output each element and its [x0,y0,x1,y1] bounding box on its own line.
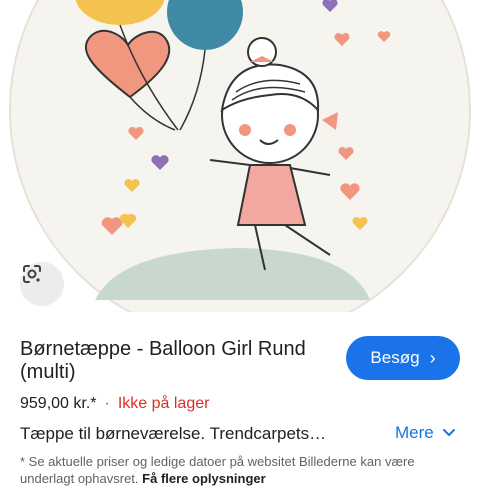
google-lens-button[interactable] [20,262,64,306]
product-price: 959,00 kr.* [20,395,97,412]
availability-status: Ikke på lager [117,395,210,412]
more-info-link[interactable]: Få flere oplysninger [142,471,266,486]
visit-button[interactable]: Besøg › [346,336,460,380]
visit-button-label: Besøg [370,348,420,367]
chevron-right-icon: › [429,347,436,368]
more-button-label: Mere [395,423,434,442]
separator-dot: · [104,395,110,412]
price-row: 959,00 kr.* · Ikke på lager [20,395,209,413]
price-disclaimer: * Se aktuelle priser og ledige datoer på… [20,453,460,487]
product-image[interactable] [0,0,480,312]
more-button[interactable]: Mere [395,423,456,443]
product-title[interactable]: Børnetæppe - Balloon Girl Rund (multi) [20,338,340,384]
google-lens-icon [23,265,41,283]
rug-illustration [9,0,471,312]
product-description: Tæppe til børneværelse. Trendcarpets… [20,424,327,443]
chevron-down-icon [442,429,455,437]
